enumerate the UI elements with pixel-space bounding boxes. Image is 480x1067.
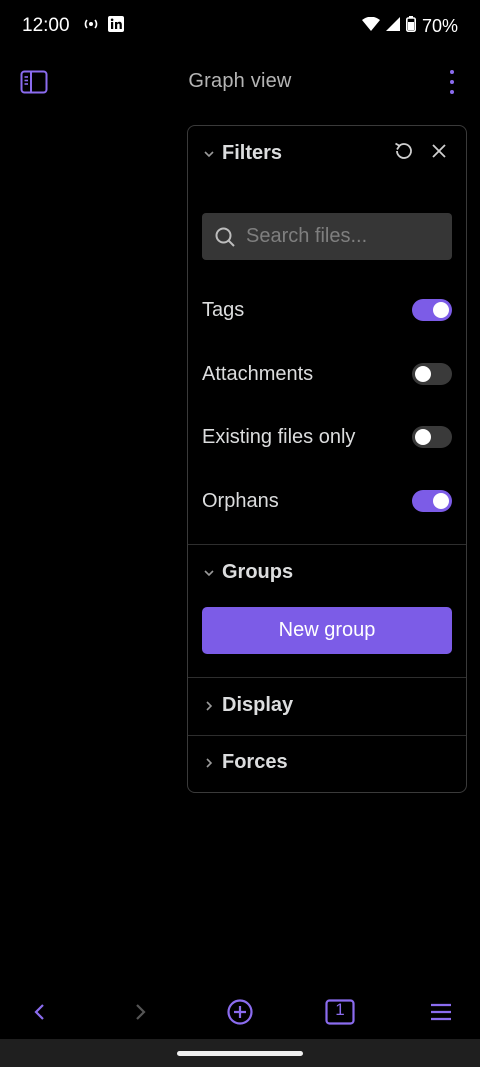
forward-button[interactable] bbox=[125, 997, 155, 1027]
home-gesture-bar[interactable] bbox=[177, 1051, 303, 1056]
groups-section-header[interactable]: Groups bbox=[202, 561, 293, 584]
forces-section-header[interactable]: Forces bbox=[202, 751, 288, 774]
chevron-right-icon bbox=[202, 756, 216, 770]
orphans-toggle[interactable] bbox=[412, 490, 452, 512]
setting-tags: Tags bbox=[202, 295, 452, 325]
back-button[interactable] bbox=[25, 997, 55, 1027]
filters-title: Filters bbox=[222, 142, 283, 164]
setting-label: Tags bbox=[202, 298, 245, 321]
app-bar: Graph view bbox=[0, 52, 480, 112]
close-icon bbox=[432, 144, 446, 158]
divider bbox=[188, 544, 466, 545]
tabs-button[interactable]: 1 bbox=[325, 997, 355, 1027]
status-time: 12:00 bbox=[22, 15, 70, 36]
more-options-button[interactable] bbox=[446, 67, 458, 97]
more-dots-icon bbox=[450, 70, 454, 74]
setting-attachments: Attachments bbox=[202, 359, 452, 389]
wifi-icon bbox=[361, 16, 380, 36]
filters-section-header[interactable]: Filters bbox=[202, 142, 282, 165]
display-title: Display bbox=[222, 694, 294, 716]
close-panel-button[interactable] bbox=[428, 140, 450, 162]
chevron-down-icon bbox=[202, 147, 216, 161]
forces-title: Forces bbox=[222, 751, 288, 773]
hotspot-icon bbox=[82, 17, 100, 36]
search-input[interactable] bbox=[246, 225, 446, 248]
graph-settings-panel: Filters Tags Attachments Existing files bbox=[187, 125, 467, 793]
battery-percent: 70% bbox=[421, 15, 458, 36]
signal-icon bbox=[385, 16, 400, 36]
reset-icon bbox=[395, 142, 412, 159]
attachments-toggle[interactable] bbox=[412, 363, 452, 385]
chevron-left-icon bbox=[34, 1004, 44, 1020]
tab-count: 1 bbox=[335, 1000, 345, 1019]
search-icon bbox=[215, 227, 235, 247]
tags-toggle[interactable] bbox=[412, 299, 452, 321]
search-files-field[interactable] bbox=[202, 213, 452, 260]
setting-existing-files-only: Existing files only bbox=[202, 422, 452, 452]
chevron-down-icon bbox=[202, 566, 216, 580]
battery-icon bbox=[405, 15, 416, 37]
existing-files-only-toggle[interactable] bbox=[412, 426, 452, 448]
linkedin-icon bbox=[107, 15, 124, 37]
hamburger-menu-icon bbox=[431, 1003, 451, 1021]
system-gesture-area bbox=[0, 1039, 480, 1067]
divider bbox=[188, 677, 466, 678]
plus-circle-icon bbox=[227, 999, 253, 1025]
setting-orphans: Orphans bbox=[202, 486, 452, 516]
divider bbox=[188, 735, 466, 736]
menu-button[interactable] bbox=[426, 997, 456, 1027]
groups-title: Groups bbox=[222, 561, 294, 583]
chevron-right-icon bbox=[202, 699, 216, 713]
setting-label: Attachments bbox=[202, 362, 314, 385]
setting-label: Orphans bbox=[202, 489, 279, 512]
bottom-navigation: 1 bbox=[0, 985, 480, 1039]
restore-default-button[interactable] bbox=[392, 140, 414, 162]
chevron-right-icon bbox=[136, 1004, 146, 1020]
new-note-button[interactable] bbox=[225, 997, 255, 1027]
display-section-header[interactable]: Display bbox=[202, 694, 293, 717]
status-bar: 12:00 70% bbox=[0, 0, 480, 52]
page-title: Graph view bbox=[188, 70, 292, 92]
new-group-button[interactable]: New group bbox=[202, 607, 452, 654]
setting-label: Existing files only bbox=[202, 425, 356, 448]
